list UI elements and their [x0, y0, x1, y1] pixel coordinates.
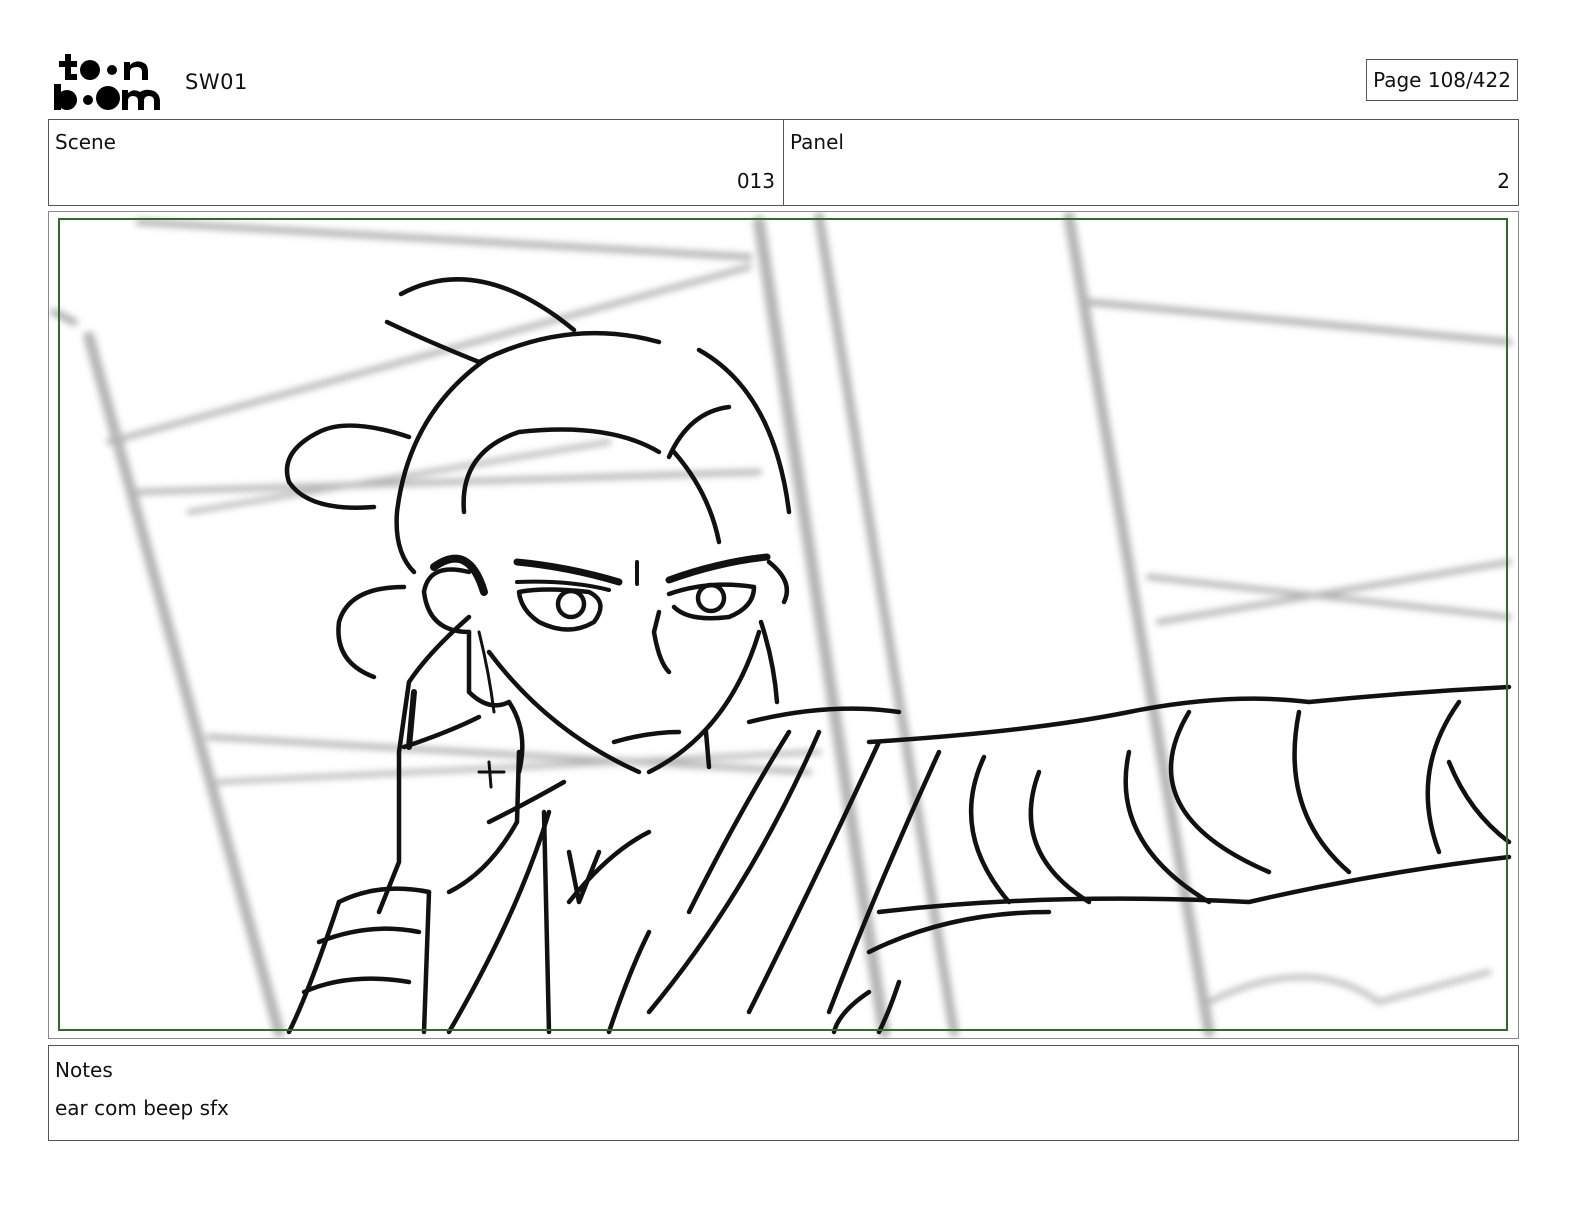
- project-code: SW01: [185, 70, 248, 94]
- scene-cell: Scene 013: [49, 120, 783, 205]
- scene-panel-info: Scene 013 Panel 2: [48, 119, 1519, 206]
- toon-boom-logo: [54, 54, 160, 110]
- notes-text: ear com beep sfx: [55, 1096, 229, 1120]
- character-sketch: [284, 277, 1512, 1035]
- page-indicator: Page 108/422: [1366, 59, 1518, 101]
- scene-label: Scene: [55, 130, 116, 154]
- notes-label: Notes: [55, 1058, 113, 1082]
- scene-number: 013: [736, 169, 775, 193]
- notes-box: Notes ear com beep sfx: [48, 1045, 1519, 1141]
- panel-sketch: [50, 212, 1513, 1038]
- panel-cell: Panel 2: [783, 120, 1518, 205]
- storyboard-panel: [48, 211, 1519, 1039]
- panel-label: Panel: [790, 130, 844, 154]
- background-structure: [50, 212, 1513, 1038]
- panel-number: 2: [1497, 169, 1510, 193]
